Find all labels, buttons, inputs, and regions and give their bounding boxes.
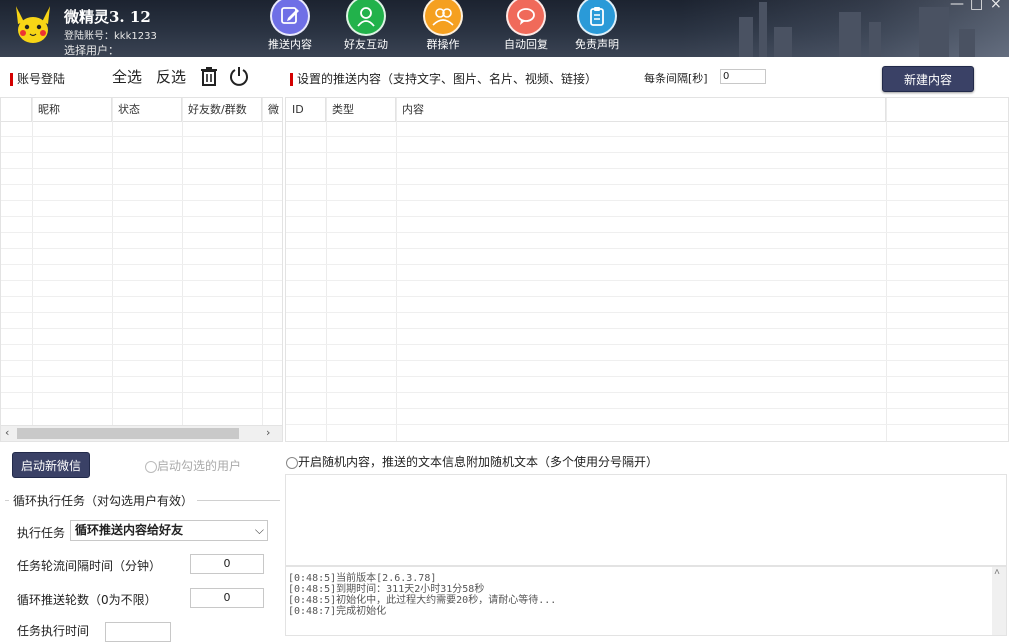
select-column-header (1, 98, 32, 121)
title-bar: 微精灵3. 12 登陆账号：kkk1233 选择用户： 推送内容 好友互动 群操… (0, 0, 1009, 57)
task-interval-input[interactable]: 0 (190, 554, 264, 574)
scrollbar-thumb[interactable] (17, 428, 239, 439)
minimize-button[interactable]: — (950, 0, 964, 12)
push-rounds-label: 循环推送轮数（0为不限） (17, 593, 157, 607)
random-content-label: 开启随机内容，推送的文本信息附加随机文本（多个使用分号隔开） (298, 455, 659, 469)
nav-disclaimer-button[interactable]: 免责声明 (565, 0, 629, 57)
nav-friend-interaction-button[interactable]: 好友互动 (334, 0, 398, 57)
scroll-up-icon[interactable]: ˄ (994, 567, 1000, 579)
random-text-input[interactable] (285, 474, 1007, 566)
task-interval-label: 任务轮流间隔时间（分钟） (17, 559, 162, 573)
push-rounds-input[interactable]: 0 (190, 588, 264, 608)
start-checked-users-label: 启动勾选的用户 (157, 459, 242, 473)
column-header[interactable]: 类型 (326, 98, 396, 121)
edit-icon (270, 0, 310, 36)
nav-auto-reply-button[interactable]: 自动回复 (494, 0, 558, 57)
column-header[interactable]: 昵称 (32, 98, 112, 121)
horizontal-scrollbar[interactable]: ‹ › (1, 425, 282, 441)
user-icon (346, 0, 386, 36)
accounts-table-header: 昵称 状态 好友数/群数 微 (1, 98, 282, 122)
push-content-title: 设置的推送内容（支持文字、图片、名片、视频、链接） (290, 70, 597, 87)
accounts-title-text: 账号登陆 (17, 72, 66, 86)
push-content-title-text: 设置的推送内容（支持文字、图片、名片、视频、链接） (297, 72, 598, 86)
nav-label: 自动回复 (504, 38, 548, 51)
scroll-left-icon[interactable]: ‹ (5, 426, 9, 439)
log-output: [0:48:5]当前版本[2.6.3.78] [0:48:5]到期时间：311天… (285, 566, 1007, 636)
exec-time-input[interactable] (105, 622, 171, 642)
push-content-table-header: ID 类型 内容 (286, 98, 1008, 122)
random-content-option[interactable]: 开启随机内容，推送的文本信息附加随机文本（多个使用分号隔开） (286, 453, 658, 470)
loop-task-legend: 循环执行任务（对勾选用户有效） (9, 492, 198, 509)
app-title: 微精灵3. 12 (64, 8, 151, 26)
nav-label: 好友互动 (344, 38, 388, 51)
invert-selection-button[interactable]: 反选 (156, 66, 186, 87)
trash-icon[interactable] (200, 66, 218, 86)
accounts-table[interactable]: 昵称 状态 好友数/群数 微 ‹ › (0, 97, 283, 442)
section-marker (290, 73, 293, 86)
task-select-value: 循环推送内容给好友 (75, 523, 184, 537)
exec-time-label: 任务执行时间 (17, 624, 90, 638)
nav-label: 群操作 (426, 38, 460, 51)
close-button[interactable]: × (990, 0, 1002, 12)
column-header[interactable]: 微 (262, 98, 282, 121)
new-content-button[interactable]: 新建内容 (882, 66, 974, 92)
select-user-label: 选择用户： (64, 44, 119, 57)
nav-group-operation-button[interactable]: 群操作 (411, 0, 475, 57)
log-line: [0:48:7]完成初始化 (288, 606, 387, 617)
nav-label: 免责声明 (575, 38, 619, 51)
column-header-empty (886, 98, 1008, 121)
radio-icon[interactable] (145, 460, 157, 473)
accounts-title: 账号登陆 (10, 70, 65, 87)
group-icon (423, 0, 463, 36)
login-account-label: 登陆账号：kkk1233 (64, 31, 157, 42)
radio-icon[interactable] (286, 456, 298, 469)
clipboard-icon (577, 0, 617, 36)
column-header[interactable]: 好友数/群数 (182, 98, 262, 121)
select-all-button[interactable]: 全选 (112, 66, 142, 87)
pikachu-logo-icon (16, 6, 50, 43)
power-icon[interactable] (229, 66, 249, 86)
start-new-wechat-button[interactable]: 启动新微信 (12, 452, 90, 478)
vertical-scrollbar[interactable]: ˄ (992, 567, 1006, 635)
nav-label: 推送内容 (268, 38, 312, 51)
interval-input[interactable]: 0 (720, 69, 766, 84)
push-content-table[interactable]: ID 类型 内容 (285, 97, 1009, 442)
interval-label: 每条间隔[秒] (644, 72, 708, 85)
restore-button[interactable]: □ (970, 0, 983, 12)
task-select[interactable]: 循环推送内容给好友 ⌵ (70, 520, 268, 541)
nav-push-content-button[interactable]: 推送内容 (258, 0, 322, 57)
chevron-down-icon: ⌵ (254, 523, 264, 537)
chat-icon (506, 0, 546, 36)
column-header[interactable]: ID (286, 98, 326, 121)
task-label: 执行任务 (17, 526, 66, 540)
column-header[interactable]: 状态 (112, 98, 182, 121)
column-header[interactable]: 内容 (396, 98, 886, 121)
section-marker (10, 73, 13, 86)
scroll-right-icon[interactable]: › (266, 426, 270, 439)
start-checked-users-option[interactable]: 启动勾选的用户 (145, 457, 241, 474)
